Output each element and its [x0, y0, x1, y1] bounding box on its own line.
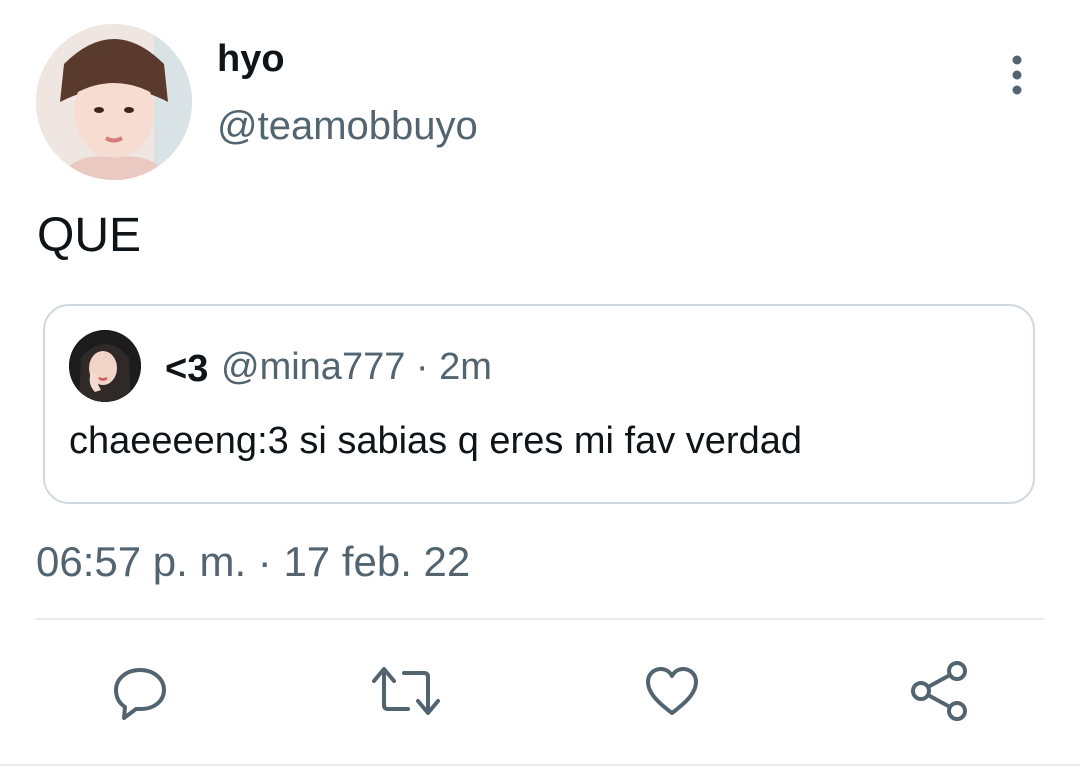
quoted-handle-time: @mina777 · 2m [221, 346, 492, 388]
more-options-icon[interactable] [995, 52, 1039, 100]
reply-icon [114, 668, 166, 720]
divider [36, 618, 1044, 620]
quoted-display-name: <3 [165, 348, 209, 390]
quoted-author-avatar [69, 330, 141, 402]
author-display-name[interactable]: hyo [217, 38, 285, 81]
heart-icon [646, 667, 698, 715]
tweet-timestamp: 06:57 p. m. · 17 feb. 22 [36, 538, 471, 585]
share-icon [911, 661, 967, 721]
bottom-divider [0, 764, 1080, 766]
tweet-text: QUE [37, 209, 142, 262]
quoted-tweet-text: chaeeeeng:3 si sabias q eres mi fav verd… [69, 420, 802, 462]
author-handle[interactable]: @teamobbuyo [217, 104, 478, 149]
quoted-tweet-card[interactable]: <3 @mina777 · 2m chaeeeeng:3 si sabias q… [43, 304, 1035, 504]
action-bar [0, 655, 1080, 727]
reply-button[interactable] [104, 655, 176, 727]
retweet-button[interactable] [370, 655, 442, 727]
like-button[interactable] [636, 655, 708, 727]
retweet-icon [372, 667, 440, 715]
share-button[interactable] [903, 655, 975, 727]
author-avatar[interactable] [36, 24, 192, 180]
